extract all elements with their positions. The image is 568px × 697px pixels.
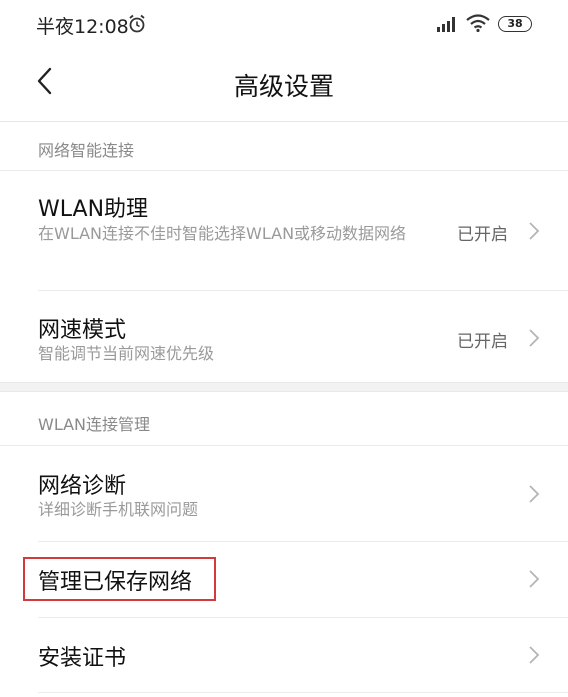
item-title: WLAN助理 <box>38 197 149 222</box>
chevron-right-icon <box>528 569 540 593</box>
chevron-right-icon <box>528 484 540 508</box>
speed-mode-item[interactable]: 网速模式 智能调节当前网速优先级 已开启 <box>0 291 568 381</box>
item-title: 网络诊断 <box>38 474 127 499</box>
network-diagnosis-item[interactable]: 网络诊断 详细诊断手机联网问题 <box>0 446 568 540</box>
section-header-wlan-management: WLAN连接管理 <box>38 415 151 434</box>
section-gap <box>0 382 568 392</box>
section-header-smart-connect: 网络智能连接 <box>38 141 135 160</box>
item-status: 已开启 <box>457 225 508 245</box>
status-time: 半夜12:08 <box>36 16 129 38</box>
highlight-box <box>23 557 216 601</box>
header-divider <box>0 121 568 122</box>
item-status: 已开启 <box>457 332 508 352</box>
wlan-assistant-item[interactable]: WLAN助理 在WLAN连接不佳时智能选择WLAN或移动数据网络 已开启 <box>0 171 568 289</box>
chevron-right-icon <box>528 328 540 352</box>
item-subtitle: 在WLAN连接不佳时智能选择WLAN或移动数据网络 <box>38 224 407 243</box>
top-bar: 高级设置 <box>0 52 568 118</box>
page-title: 高级设置 <box>233 72 334 101</box>
install-certificate-item[interactable]: 安装证书 <box>0 618 568 692</box>
battery-icon: 38 <box>498 16 532 32</box>
divider <box>38 692 568 693</box>
item-title: 网速模式 <box>38 318 127 343</box>
status-bar: 半夜12:08 38 <box>0 0 568 52</box>
item-subtitle: 智能调节当前网速优先级 <box>38 344 215 363</box>
item-subtitle: 详细诊断手机联网问题 <box>38 500 199 519</box>
item-title: 安装证书 <box>38 646 127 671</box>
signal-icon <box>437 16 459 36</box>
wifi-icon <box>466 14 490 36</box>
alarm-icon <box>128 14 146 38</box>
chevron-right-icon <box>528 221 540 245</box>
chevron-right-icon <box>528 645 540 669</box>
